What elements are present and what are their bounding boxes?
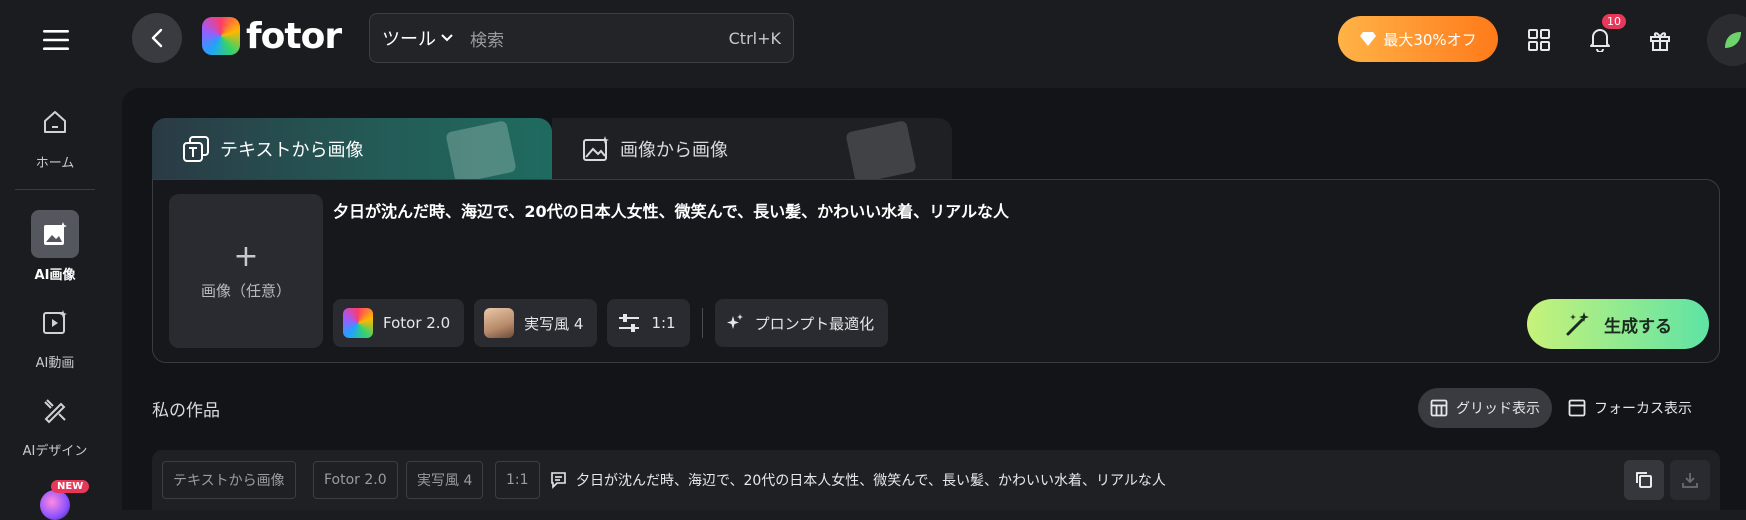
focus-view-label: フォーカス表示 [1594, 401, 1692, 417]
notification-badge: 10 [1602, 14, 1626, 29]
view-toggle: グリッド表示 フォーカス表示 [1418, 388, 1704, 428]
tag-model: Fotor 2.0 [313, 461, 398, 499]
prompt-text-icon [551, 472, 566, 489]
search-bar[interactable]: ツール 検索 Ctrl+K [369, 13, 794, 63]
menu-icon[interactable] [30, 20, 82, 60]
search-shortcut: Ctrl+K [728, 28, 781, 48]
ai-video-icon [31, 298, 79, 346]
sparkle-icon [726, 314, 743, 329]
download-icon [1682, 473, 1698, 488]
generate-label: 生成する [1604, 316, 1672, 337]
text-to-image-icon [183, 136, 209, 162]
prompt-optimize-button[interactable]: プロンプト最適化 [714, 299, 889, 347]
sidebar-item-home[interactable]: ホーム [0, 98, 110, 171]
grid-view-label: グリッド表示 [1456, 401, 1540, 417]
gift-icon[interactable] [1642, 22, 1678, 58]
new-badge: NEW [51, 480, 90, 493]
image-upload-button[interactable]: + 画像（任意） [169, 194, 323, 348]
user-avatar[interactable] [1707, 14, 1746, 66]
search-input[interactable]: 検索 [470, 26, 729, 51]
new-feature-orb[interactable] [40, 490, 70, 520]
sidebar-item-ai-image[interactable]: AI画像 [0, 210, 110, 283]
tag-ratio: 1:1 [495, 461, 540, 499]
sidebar-item-ai-design[interactable]: AIデザイン [0, 386, 110, 459]
tag-style: 実写風 4 [406, 461, 484, 499]
grid-view-button[interactable]: グリッド表示 [1418, 388, 1552, 428]
leaf-icon [1725, 32, 1741, 48]
model-label: Fotor 2.0 [383, 314, 451, 332]
sidebar: ホーム AI画像 AI動画 AIデザイン NEW [0, 78, 110, 520]
apps-grid-icon[interactable] [1521, 22, 1557, 58]
prompt-panel: + 画像（任意） 夕日が沈んだ時、海辺で、20代の日本人女性、微笑んで、長い髪、… [152, 179, 1720, 363]
promo-label: 最大30%オフ [1383, 30, 1477, 49]
back-button[interactable] [132, 13, 182, 63]
ai-design-icon [31, 386, 79, 434]
copy-button[interactable] [1624, 460, 1664, 500]
fotor-logo[interactable]: fotor [202, 15, 342, 57]
chip-divider [701, 308, 703, 338]
magic-wand-icon [1566, 312, 1589, 336]
image-decoration-icon [845, 120, 917, 184]
sidebar-item-label: AI画像 [34, 268, 76, 283]
grid-view-icon [1430, 399, 1448, 417]
tab-image-to-image[interactable]: 画像から画像 [552, 118, 952, 184]
fotor-logo-icon [202, 17, 240, 55]
sliders-icon [619, 314, 640, 332]
logo-text: fotor [246, 15, 342, 57]
style-label: 実写風 4 [524, 314, 584, 333]
optimize-label: プロンプト最適化 [754, 314, 875, 333]
model-selector[interactable]: Fotor 2.0 [333, 299, 465, 347]
chevron-left-icon [151, 28, 163, 48]
top-bar: fotor ツール 検索 Ctrl+K 最大30%オフ 10 [0, 0, 1746, 78]
ratio-selector[interactable]: 1:1 [607, 299, 690, 347]
my-works-title: 私の作品 [152, 401, 220, 421]
chevron-down-icon [441, 34, 453, 42]
mode-tabs: テキストから画像 画像から画像 [152, 118, 952, 184]
promo-button[interactable]: 最大30%オフ [1338, 16, 1498, 62]
download-button[interactable] [1670, 460, 1710, 500]
style-thumbnail [484, 308, 515, 338]
copy-icon [1636, 472, 1652, 488]
sidebar-divider [15, 189, 95, 190]
diamond-icon [1360, 32, 1377, 46]
sidebar-item-label: ホーム [35, 156, 75, 171]
tools-dropdown[interactable]: ツール [370, 25, 454, 51]
work-prompt[interactable]: 夕日が沈んだ時、海辺で、20代の日本人女性、微笑んで、長い髪、かわいい水着、リア… [550, 470, 1166, 490]
upload-label: 画像（任意） [200, 281, 291, 300]
tag-mode: テキストから画像 [162, 461, 296, 499]
home-icon [31, 98, 79, 146]
ai-image-icon [31, 210, 79, 258]
sidebar-item-label: AI動画 [35, 356, 75, 371]
tab-label: テキストから画像 [220, 140, 364, 161]
notification-bell-icon[interactable]: 10 [1582, 14, 1626, 58]
generate-button[interactable]: 生成する [1527, 299, 1709, 349]
tools-label: ツール [382, 29, 436, 50]
style-selector[interactable]: 実写風 4 [474, 299, 598, 347]
fotor-model-icon [343, 308, 373, 338]
focus-view-icon [1568, 399, 1586, 417]
quote-decoration-icon [445, 120, 517, 184]
sidebar-item-label: AIデザイン [22, 444, 88, 459]
plus-icon: + [233, 238, 259, 274]
focus-view-button[interactable]: フォーカス表示 [1556, 388, 1704, 428]
prompt-input[interactable]: 夕日が沈んだ時、海辺で、20代の日本人女性、微笑んで、長い髪、かわいい水着、リア… [333, 198, 1009, 222]
sidebar-item-ai-video[interactable]: AI動画 [0, 298, 110, 371]
tab-label: 画像から画像 [620, 140, 728, 161]
work-item-header: テキストから画像 Fotor 2.0 実写風 4 1:1 夕日が沈んだ時、海辺で… [152, 450, 1720, 510]
prompt-options: Fotor 2.0 実写風 4 1:1 プロンプト最適化 [333, 299, 889, 347]
image-to-image-icon [583, 136, 609, 161]
work-prompt-text: 夕日が沈んだ時、海辺で、20代の日本人女性、微笑んで、長い髪、かわいい水着、リア… [576, 473, 1166, 489]
ratio-label: 1:1 [651, 314, 676, 332]
tab-text-to-image[interactable]: テキストから画像 [152, 118, 552, 184]
